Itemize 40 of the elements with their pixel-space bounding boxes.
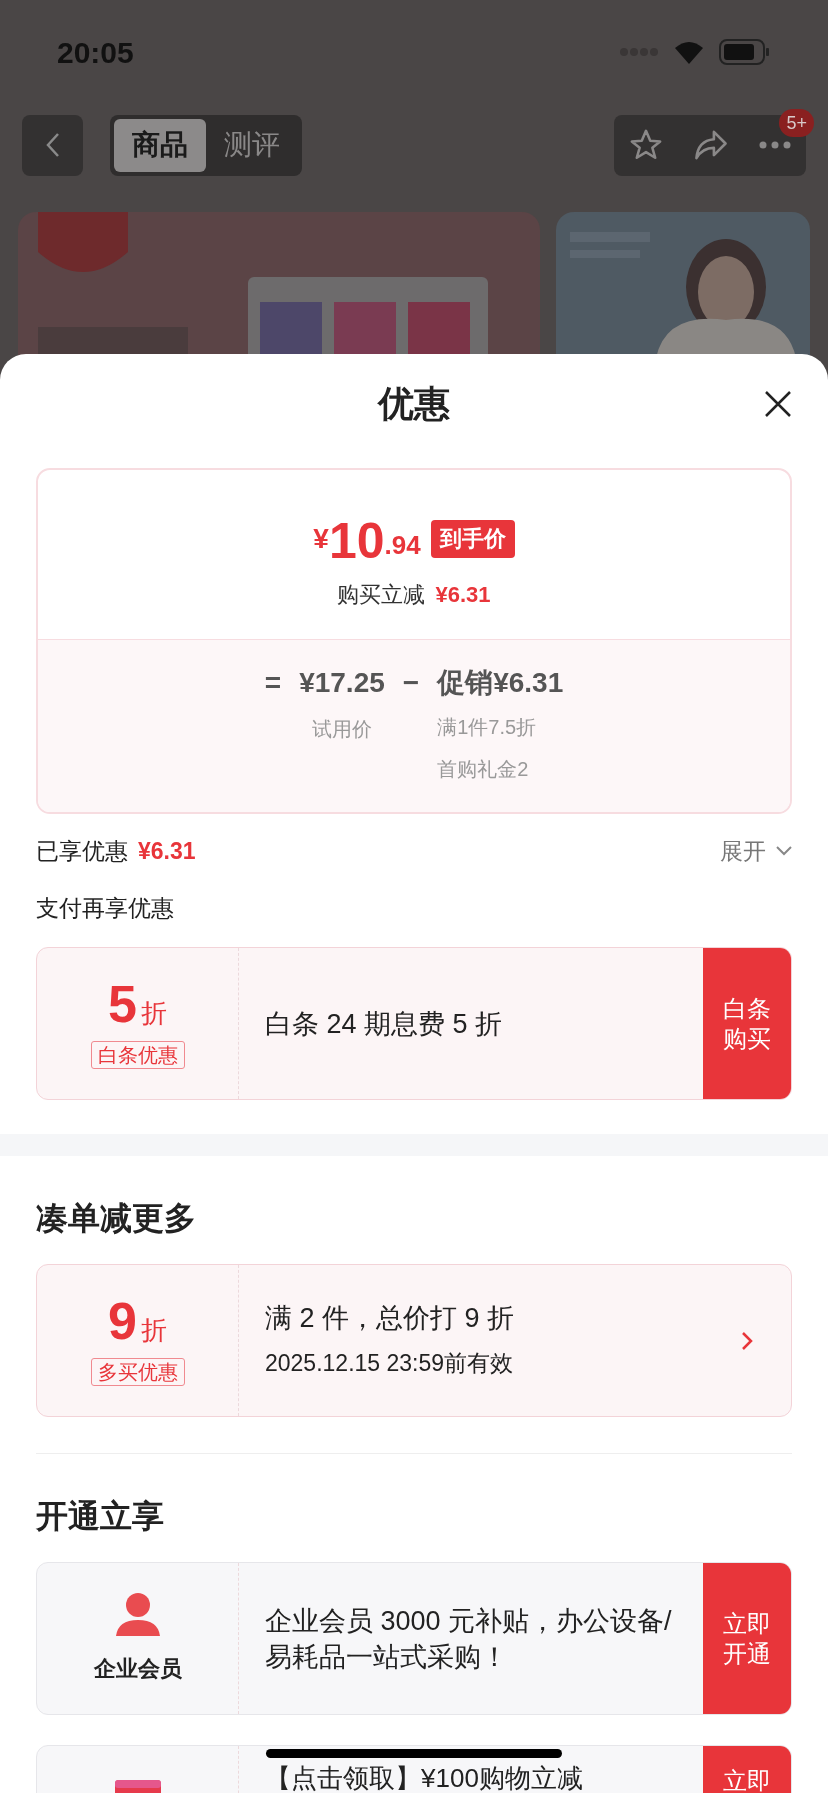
promo-detail: 满1件7.5折: [437, 715, 537, 740]
offer-text: 2025.12.15 23:59前有效: [265, 1349, 515, 1379]
price-tag: 到手价: [430, 520, 515, 558]
enjoyed-label: 已享优惠: [36, 837, 128, 866]
expand-toggle[interactable]: 展开: [720, 834, 792, 869]
discount-value: 5: [108, 978, 137, 1030]
offer-card[interactable]: 【点击领取】¥100购物立减 立即: [36, 1745, 792, 1793]
section-subtitle: 支付再享优惠: [35, 893, 175, 923]
base-price: ¥17.25: [299, 666, 385, 700]
sheet-title: 优惠: [378, 382, 450, 426]
offer-text: 企业会员 3000 元补贴，办公设备/易耗品一站式采购！: [265, 1604, 673, 1674]
offer-text: 白条 24 期息费 5 折: [265, 1007, 504, 1041]
currency-sign: ¥: [313, 523, 329, 554]
minus-sign: −: [402, 666, 420, 700]
discount-unit: 折: [140, 1314, 167, 1347]
section-title: 凑单减更多: [35, 1199, 197, 1238]
offer-tag: 多买优惠: [90, 1358, 185, 1386]
offer-tag: 白条优惠: [90, 1041, 185, 1069]
promo-amount: 促销¥6.31: [437, 666, 564, 700]
equals-sign: =: [264, 666, 282, 700]
offer-card[interactable]: 企业会员 企业会员 3000 元补贴，办公设备/易耗品一站式采购！ 立即开通: [36, 1562, 792, 1715]
discount-unit: 折: [140, 997, 167, 1030]
offer-text: 【点击领取】¥100购物立减: [265, 1764, 584, 1792]
tab[interactable]: 测评: [206, 118, 298, 172]
offer-card[interactable]: 5折 白条优惠 白条 24 期息费 5 折 白条购买: [36, 947, 792, 1100]
notification-badge: 5+: [779, 108, 814, 137]
price-integer: 10: [328, 516, 385, 566]
enjoyed-amount: ¥6.31: [138, 837, 196, 866]
base-price-label: 试用价: [311, 717, 372, 742]
tab[interactable]: 商品: [114, 118, 206, 172]
offer-card[interactable]: 9 折 多买优惠 满 2 件，总价打 9 折 2025.12.15 23:59前有效: [36, 1264, 792, 1417]
saving-label: 购买立减: [337, 581, 426, 609]
offer-text: 满 2 件，总价打 9 折: [265, 1302, 516, 1336]
saving-amount: ¥6.31: [435, 581, 491, 609]
section-title: 开通立享: [35, 1497, 165, 1536]
discount-value: 9: [108, 1295, 137, 1347]
member-label: 企业会员: [93, 1655, 182, 1683]
status-time: 20:05: [57, 34, 134, 71]
promo-detail: 首购礼金2: [437, 757, 529, 782]
price-decimal: .94: [384, 529, 421, 562]
